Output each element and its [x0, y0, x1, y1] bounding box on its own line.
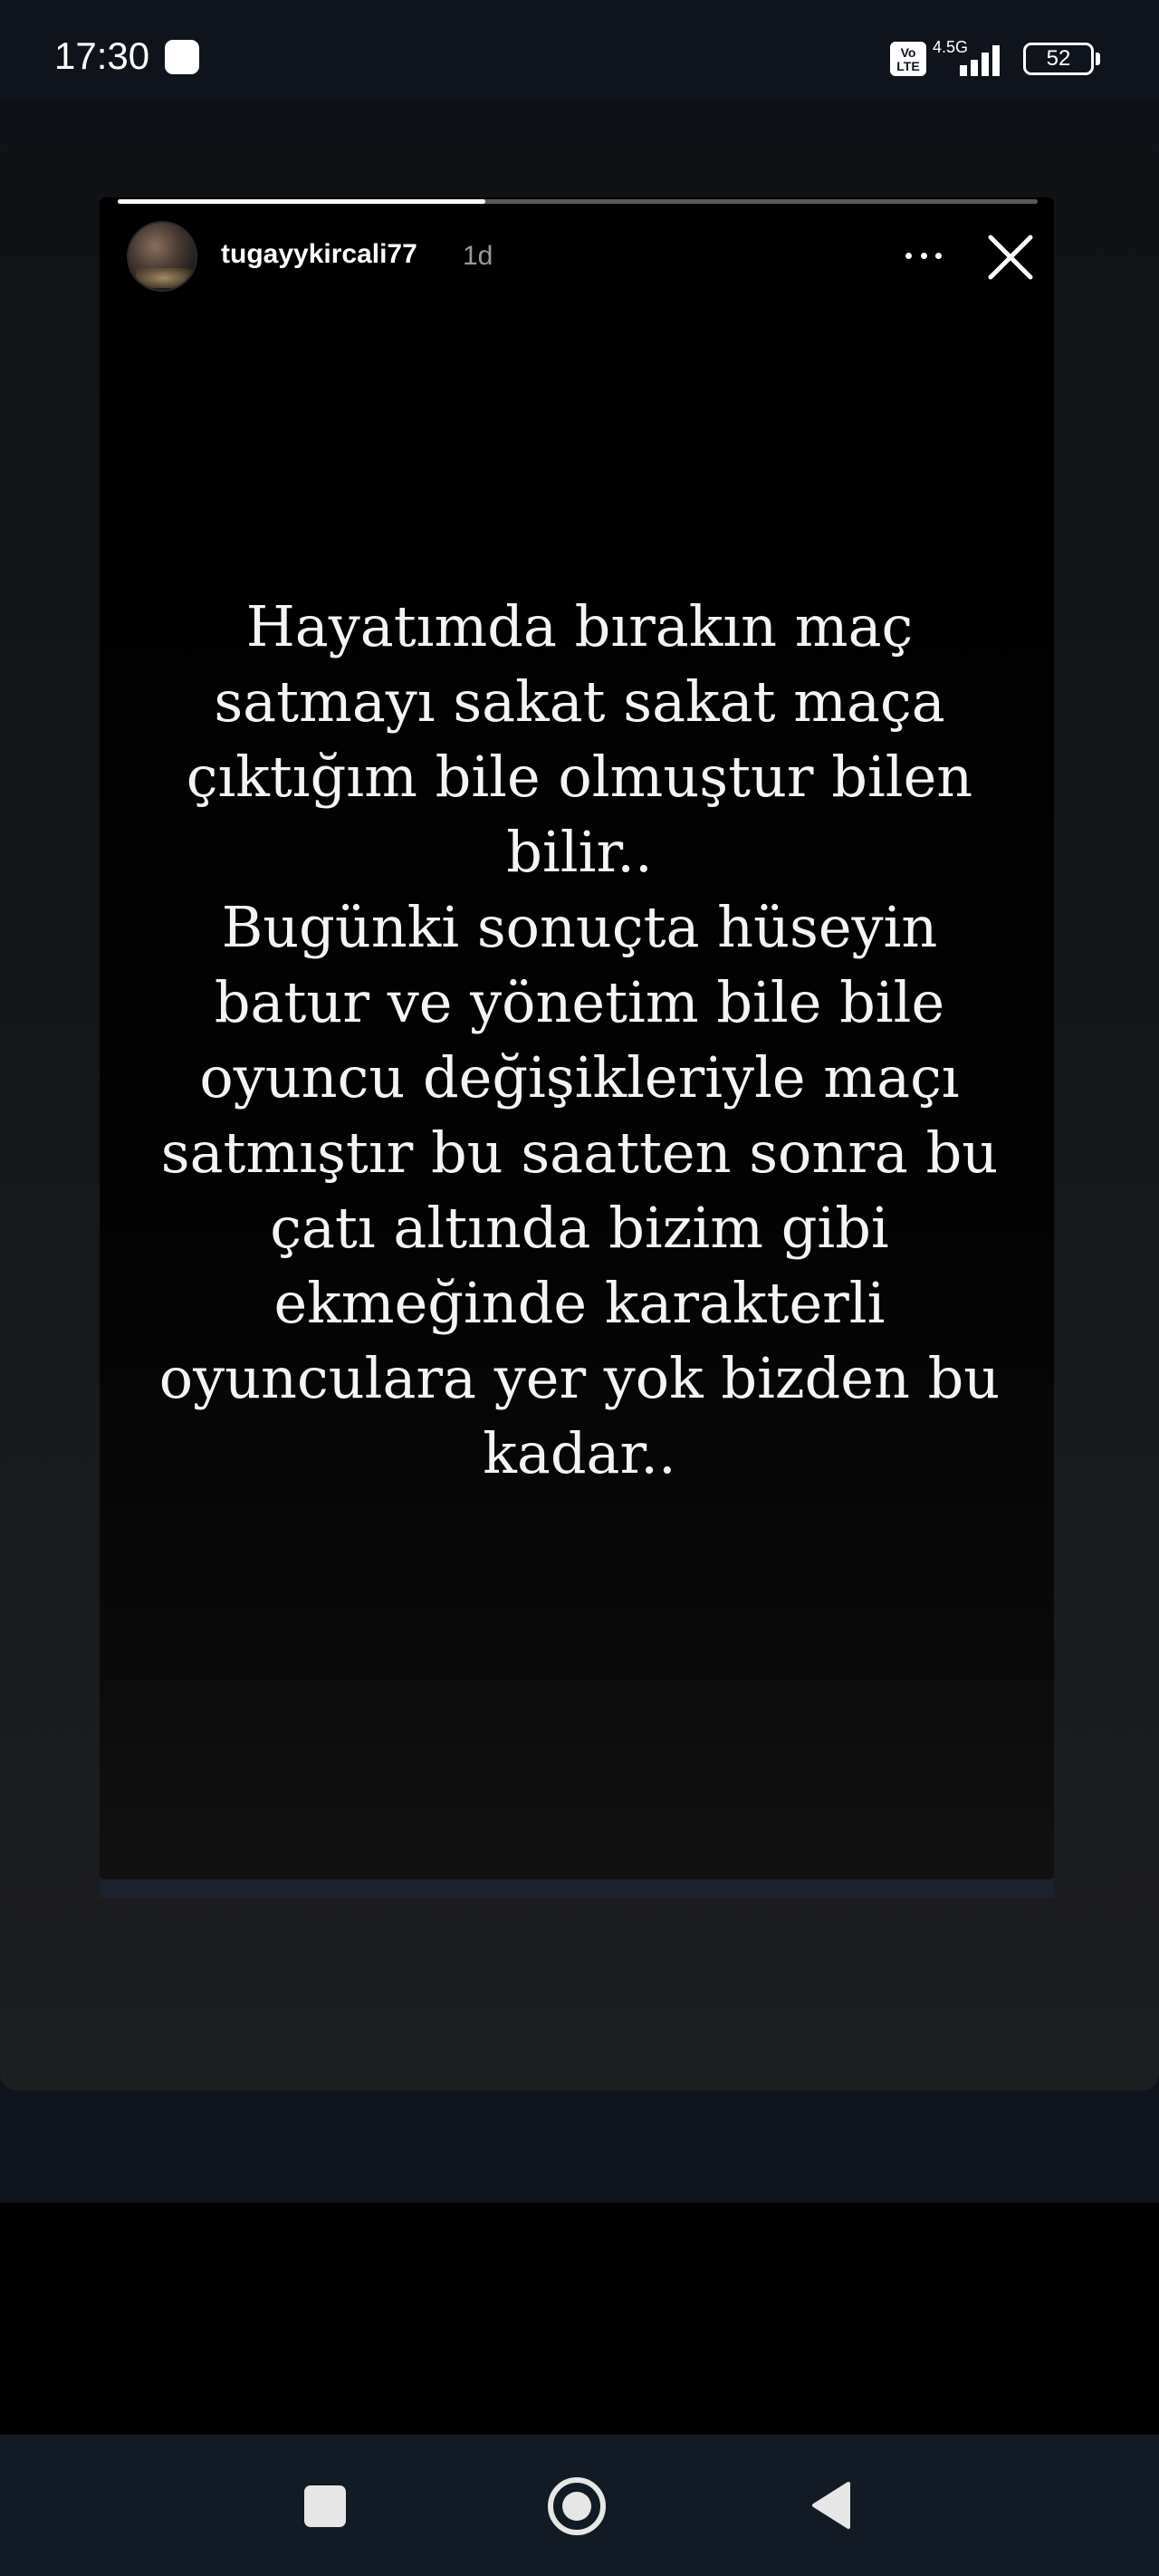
feed-background — [0, 2091, 1159, 2203]
story-progress-fill — [118, 199, 486, 204]
status-bar: 17:30 Vo LTE 4.5G 52 — [0, 0, 1159, 101]
network-type-label: 4.5G — [933, 38, 968, 56]
close-icon[interactable] — [985, 232, 1036, 283]
battery-indicator: 52 — [1023, 43, 1094, 75]
story-text: Hayatımda bırakın maç satmayı sakat saka… — [158, 593, 1001, 1486]
triangle-back-icon[interactable] — [809, 2480, 852, 2531]
avatar[interactable] — [127, 221, 197, 292]
status-time: 17:30 — [54, 34, 150, 77]
battery-tip — [1096, 53, 1100, 65]
circle-icon[interactable] — [548, 2477, 606, 2535]
story-post-age: 1d — [463, 241, 493, 271]
volte-icon: Vo LTE — [890, 42, 926, 76]
backdrop-strip — [0, 101, 1159, 145]
story-progress-track — [118, 199, 1038, 204]
signal-icon: 4.5G — [933, 38, 1000, 76]
story-frame-edge — [100, 1879, 1054, 1898]
empty-area — [0, 2203, 1159, 2435]
notification-app-icon — [165, 40, 199, 74]
square-icon[interactable] — [304, 2485, 346, 2527]
more-icon[interactable] — [901, 237, 946, 274]
story-username[interactable]: tugayykircali77 — [221, 239, 417, 270]
